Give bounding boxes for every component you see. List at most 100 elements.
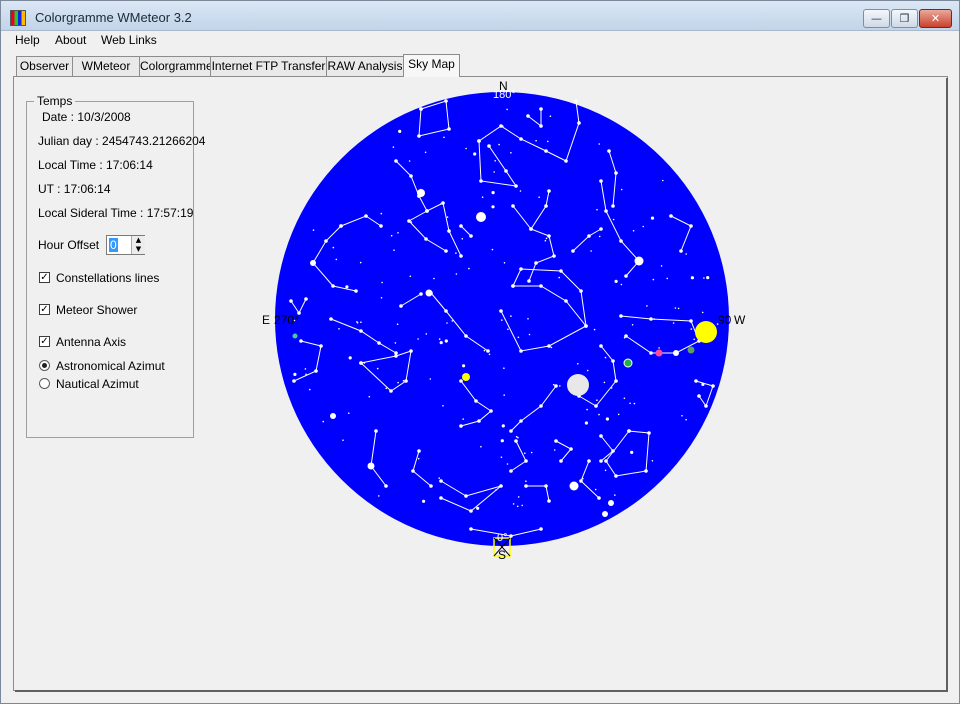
- star: [444, 249, 448, 253]
- star: [506, 463, 509, 465]
- star: [409, 349, 413, 353]
- star: [494, 160, 497, 162]
- star: [459, 424, 463, 428]
- planet: [462, 373, 470, 381]
- star: [653, 318, 655, 320]
- star: [538, 196, 540, 198]
- star: [596, 208, 598, 211]
- star: [419, 107, 423, 111]
- star: [446, 216, 449, 218]
- planet: [655, 349, 663, 357]
- star: [304, 297, 308, 301]
- star: [647, 431, 651, 435]
- star: [408, 160, 411, 162]
- star: [514, 439, 518, 443]
- star: [587, 459, 591, 463]
- south-degree-label: 0°: [497, 532, 508, 544]
- star: [455, 273, 458, 275]
- star: [342, 439, 344, 442]
- star: [614, 171, 618, 175]
- bright-star: [608, 500, 614, 506]
- sun: [695, 321, 717, 343]
- star: [632, 230, 635, 232]
- star: [612, 218, 615, 221]
- star: [465, 147, 467, 150]
- star: [599, 344, 603, 348]
- star: [292, 379, 296, 383]
- star: [459, 224, 463, 228]
- star: [677, 307, 680, 310]
- star: [335, 258, 338, 261]
- star: [464, 334, 468, 338]
- star: [397, 381, 399, 384]
- star: [651, 460, 654, 462]
- bright-star: [417, 189, 425, 197]
- star: [604, 209, 608, 213]
- star: [380, 212, 383, 215]
- star: [312, 229, 315, 231]
- star: [512, 503, 515, 505]
- star: [559, 459, 563, 463]
- star: [614, 279, 618, 283]
- star: [459, 254, 463, 258]
- star: [299, 339, 303, 343]
- star: [644, 469, 648, 473]
- star: [524, 452, 526, 455]
- star: [515, 435, 518, 438]
- star: [511, 204, 515, 208]
- star: [672, 322, 675, 324]
- star: [483, 349, 486, 352]
- east-degree-label: 270°: [274, 313, 299, 327]
- star: [442, 405, 444, 407]
- star: [564, 159, 568, 163]
- star: [417, 134, 421, 138]
- star: [394, 354, 398, 358]
- star: [356, 321, 358, 323]
- star: [394, 159, 398, 163]
- star: [704, 404, 708, 408]
- star: [679, 249, 683, 253]
- star: [519, 267, 523, 271]
- star: [660, 265, 663, 267]
- star: [524, 459, 528, 463]
- star: [706, 276, 710, 280]
- star: [462, 364, 466, 368]
- star: [332, 246, 335, 249]
- star: [393, 249, 395, 251]
- tab-sky-map[interactable]: Sky Map: [403, 54, 460, 77]
- star: [689, 319, 693, 323]
- star: [469, 234, 473, 238]
- star: [516, 505, 519, 508]
- star: [510, 315, 512, 317]
- star: [571, 249, 575, 253]
- star: [394, 342, 397, 344]
- star: [359, 361, 363, 365]
- star: [631, 324, 634, 326]
- star: [425, 333, 428, 335]
- star: [526, 114, 530, 118]
- star: [610, 387, 613, 389]
- star: [477, 139, 481, 143]
- star: [694, 379, 698, 383]
- west-degree-label: 90: [718, 313, 732, 327]
- star: [322, 420, 325, 423]
- star: [627, 429, 631, 433]
- star: [339, 224, 343, 228]
- star: [354, 289, 358, 293]
- star: [586, 408, 588, 411]
- star: [605, 417, 610, 421]
- west-label: W: [734, 313, 746, 327]
- bright-star: [634, 256, 644, 266]
- star: [462, 418, 465, 420]
- sky-map[interactable]: [1, 1, 959, 703]
- star: [359, 261, 362, 264]
- star: [624, 274, 628, 278]
- star: [439, 341, 443, 345]
- star: [410, 221, 413, 223]
- star: [649, 351, 653, 355]
- star: [535, 139, 537, 142]
- star: [652, 278, 655, 281]
- star: [474, 399, 478, 403]
- star: [590, 250, 592, 252]
- star: [381, 281, 383, 284]
